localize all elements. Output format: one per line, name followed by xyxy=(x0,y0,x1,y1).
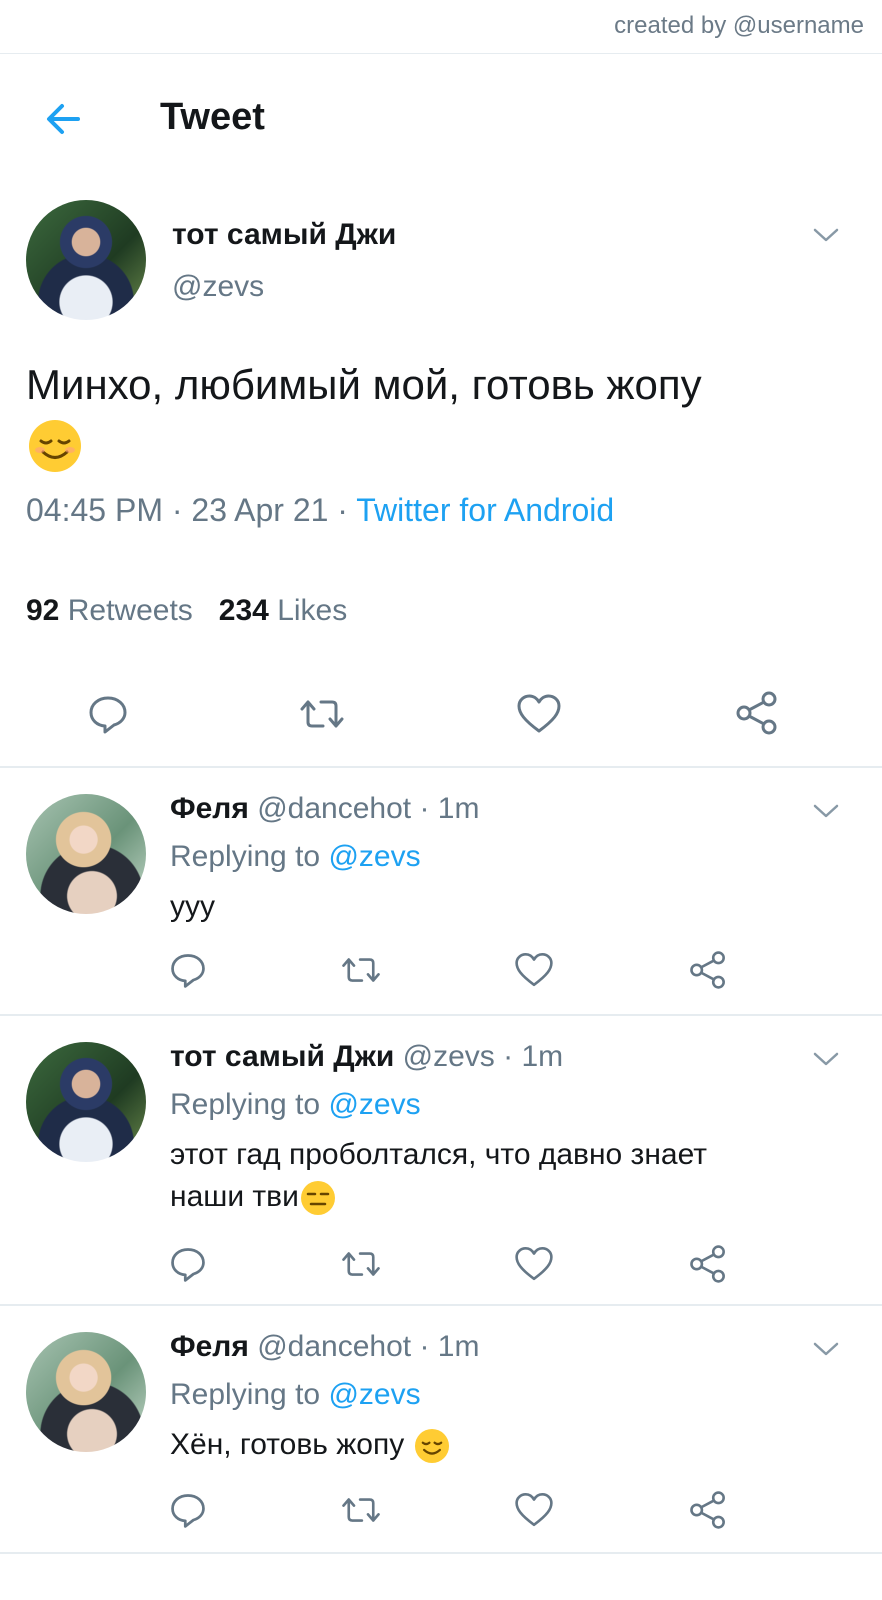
reply-icon[interactable] xyxy=(86,692,130,736)
share-icon[interactable] xyxy=(688,1244,732,1288)
avatar[interactable] xyxy=(26,1042,146,1162)
replying-to: Replying to @zevs xyxy=(170,1378,421,1412)
retweet-icon[interactable] xyxy=(340,1490,384,1534)
divider xyxy=(0,1014,882,1016)
author-handle[interactable]: @dancehot xyxy=(257,1330,411,1363)
likes-stat[interactable]: 234 Likes xyxy=(219,594,347,627)
relieved-face-emoji xyxy=(26,417,84,475)
meta-separator: · xyxy=(328,492,357,528)
replying-prefix: Replying to xyxy=(170,1378,321,1411)
tweet-stats: 92 Retweets 234 Likes xyxy=(26,594,347,628)
avatar[interactable] xyxy=(26,794,146,914)
reply-header: Феля @dancehot · 1m xyxy=(170,792,479,826)
divider xyxy=(0,1552,882,1554)
reply-icon[interactable] xyxy=(168,1490,212,1534)
share-icon[interactable] xyxy=(688,950,732,994)
retweet-icon[interactable] xyxy=(298,692,344,736)
avatar[interactable] xyxy=(26,200,146,320)
reply-text-line: наши тви xyxy=(170,1180,299,1213)
retweets-label: Retweets xyxy=(67,594,193,627)
replying-to: Replying to @zevs xyxy=(170,840,421,874)
author-handle[interactable]: @zevs xyxy=(172,270,264,304)
reply-text-content: Хён, готовь жопу xyxy=(170,1428,405,1461)
tweet-text-content: Минхо, любимый мой, готовь жопу xyxy=(26,361,702,408)
divider xyxy=(0,766,882,768)
author-name[interactable]: Феля xyxy=(170,792,249,825)
tweet-actions xyxy=(0,688,882,740)
author-name[interactable]: тот самый Джи xyxy=(172,218,396,252)
back-arrow-icon[interactable] xyxy=(40,95,88,143)
chevron-down-icon[interactable] xyxy=(812,226,840,244)
reply-text: Хён, готовь жопу xyxy=(170,1424,820,1466)
tweet-date: 23 Apr 21 xyxy=(191,492,329,528)
tweet-meta: 04:45 PM · 23 Apr 21 · Twitter for Andro… xyxy=(26,492,614,529)
tweet-time: 04:45 PM xyxy=(26,492,163,528)
chevron-down-icon[interactable] xyxy=(812,802,840,820)
divider xyxy=(0,1304,882,1306)
author-handle[interactable]: @zevs xyxy=(403,1040,495,1073)
retweet-icon[interactable] xyxy=(340,1244,384,1288)
reply-actions xyxy=(0,1244,882,1288)
creator-credit: created by @username xyxy=(614,12,864,39)
replying-prefix: Replying to xyxy=(170,840,321,873)
reply-text: ууу xyxy=(170,890,215,923)
mention-link[interactable]: @zevs xyxy=(328,1378,420,1411)
like-icon[interactable] xyxy=(514,950,558,994)
mention-link[interactable]: @zevs xyxy=(328,840,420,873)
chevron-down-icon[interactable] xyxy=(812,1050,840,1068)
meta-separator: · xyxy=(162,492,192,528)
like-icon[interactable] xyxy=(514,1490,558,1534)
retweet-icon[interactable] xyxy=(340,950,384,994)
reply-text: этот гад проболтался, что давно знает на… xyxy=(170,1134,820,1218)
relieved-face-emoji xyxy=(413,1427,451,1465)
reply-actions xyxy=(0,950,882,994)
author-handle[interactable]: @dancehot xyxy=(257,792,411,825)
reply-header: Феля @dancehot · 1m xyxy=(170,1330,479,1364)
mention-link[interactable]: @zevs xyxy=(328,1088,420,1121)
tweet-source-link[interactable]: Twitter for Android xyxy=(356,492,614,528)
author-name[interactable]: тот самый Джи xyxy=(170,1040,394,1073)
expressionless-face-emoji xyxy=(299,1179,337,1217)
page-title: Tweet xyxy=(160,96,265,138)
reply-icon[interactable] xyxy=(168,950,212,994)
share-icon[interactable] xyxy=(688,1490,732,1534)
replying-to: Replying to @zevs xyxy=(170,1088,421,1122)
top-bar: Tweet xyxy=(0,90,882,150)
reply-icon[interactable] xyxy=(168,1244,212,1288)
reply-header: тот самый Джи @zevs · 1m xyxy=(170,1040,563,1074)
top-divider xyxy=(0,53,882,54)
reply-time: · 1m xyxy=(503,1040,564,1073)
replying-prefix: Replying to xyxy=(170,1088,321,1121)
reply-time: · 1m xyxy=(419,1330,480,1363)
author-name[interactable]: Феля xyxy=(170,1330,249,1363)
likes-count: 234 xyxy=(218,594,269,627)
like-icon[interactable] xyxy=(514,1244,558,1288)
like-icon[interactable] xyxy=(516,692,561,736)
reply-actions xyxy=(0,1490,882,1534)
share-icon[interactable] xyxy=(734,690,778,735)
avatar[interactable] xyxy=(26,1332,146,1452)
tweet-text: Минхо, любимый мой, готовь жопу xyxy=(26,356,856,475)
retweets-count: 92 xyxy=(26,594,60,627)
likes-label: Likes xyxy=(277,594,348,627)
reply-text-line: этот гад проболтался, что давно знает xyxy=(170,1138,707,1171)
reply-time: · 1m xyxy=(419,792,480,825)
chevron-down-icon[interactable] xyxy=(812,1340,840,1358)
retweets-stat[interactable]: 92 Retweets xyxy=(26,594,193,627)
